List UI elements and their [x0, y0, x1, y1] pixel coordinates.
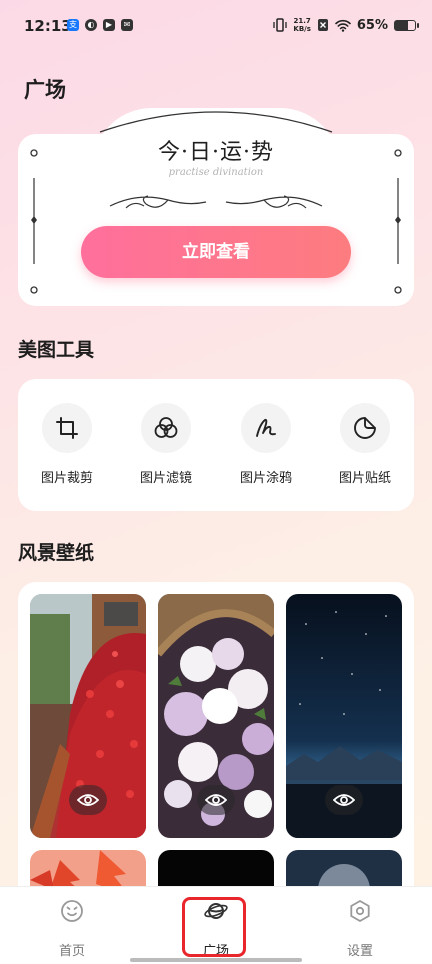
vibrate-icon — [273, 18, 288, 32]
nav-label: 首页 — [58, 944, 85, 959]
crop-icon — [56, 417, 78, 439]
sticker-icon — [354, 417, 376, 439]
alipay-icon: 支 — [67, 19, 79, 31]
tool-doodle[interactable]: 图片涂鸦 — [221, 403, 311, 493]
home-indicator[interactable] — [130, 958, 302, 962]
no-sim-icon — [317, 19, 328, 31]
tool-crop-circle — [42, 403, 92, 453]
battery-level — [395, 20, 408, 30]
wallpapers-section-title: 风景壁纸 — [18, 542, 95, 564]
nav-settings[interactable]: 设置 — [310, 887, 410, 964]
tool-crop[interactable]: 图片裁剪 — [22, 403, 112, 493]
tool-doodle-circle — [241, 403, 291, 453]
wifi-icon — [335, 19, 351, 32]
nav-home[interactable]: 首页 — [22, 887, 122, 964]
smile-face-icon — [61, 900, 83, 922]
fortune-subtitle: practise divination — [168, 167, 264, 178]
wallpaper-red-flowers[interactable] — [30, 594, 146, 838]
tools-section-title: 美图工具 — [18, 339, 95, 361]
battery-icon — [394, 19, 419, 31]
network-speed-value: 21.7 — [293, 17, 311, 25]
fortune-title: 今·日·运·势 — [158, 140, 274, 165]
video-app-icon: ▶ — [103, 19, 115, 31]
settings-hexagon-icon — [350, 900, 370, 922]
preview-button[interactable] — [197, 785, 235, 815]
preview-button[interactable] — [325, 785, 363, 815]
tool-filter[interactable]: 图片滤镜 — [121, 403, 211, 493]
active-tab-highlight — [182, 897, 246, 957]
eye-icon — [333, 794, 355, 806]
wallpapers-card — [18, 582, 414, 902]
wallpaper-starry-mountains[interactable] — [286, 594, 402, 838]
tools-card: 图片裁剪 图片滤镜 图片涂鸦 图片贴纸 — [18, 379, 414, 511]
page-title: 广场 — [24, 78, 66, 102]
nav-label: 设置 — [346, 944, 373, 959]
tool-sticker[interactable]: 图片贴纸 — [320, 403, 410, 493]
network-speed-unit: KB/s — [293, 25, 311, 33]
wallpaper-basket-flowers[interactable] — [158, 594, 274, 838]
status-time: 12:13 — [24, 17, 72, 35]
tool-label: 图片裁剪 — [40, 471, 93, 486]
doodle-icon — [256, 418, 276, 437]
view-now-button[interactable]: 立即查看 — [81, 226, 351, 278]
preview-button[interactable] — [69, 785, 107, 815]
battery-percent: 65% — [356, 17, 388, 33]
filter-icon — [154, 417, 178, 438]
eye-icon — [205, 794, 227, 806]
app-notification-icon: ◐ — [85, 19, 97, 31]
tool-sticker-circle — [340, 403, 390, 453]
tool-label: 图片滤镜 — [139, 471, 192, 486]
tool-label: 图片贴纸 — [338, 471, 391, 486]
network-speed: 21.7 KB/s — [293, 17, 310, 33]
status-bar: 12:13 支 ◐ ▶ ✉ 21.7 KB/s 65% — [0, 0, 432, 50]
tool-filter-circle — [141, 403, 191, 453]
eye-icon — [77, 794, 99, 806]
mail-app-icon: ✉ — [121, 19, 133, 31]
tool-label: 图片涂鸦 — [239, 471, 292, 486]
